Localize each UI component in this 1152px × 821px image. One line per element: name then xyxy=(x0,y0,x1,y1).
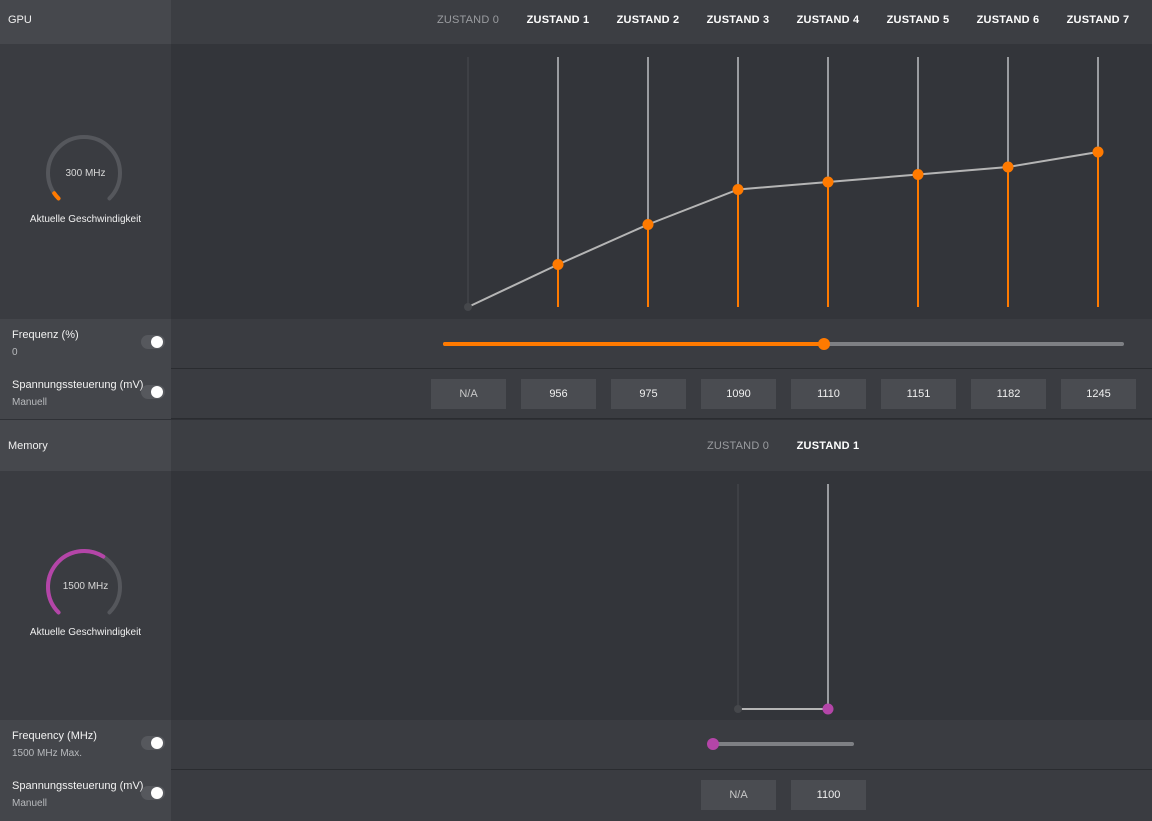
memory-frequency-label: Frequency (MHz) xyxy=(12,730,97,742)
gpu-state-6-label[interactable]: ZUSTAND 6 xyxy=(977,14,1040,26)
gpu-voltage-frequency-curve[interactable] xyxy=(171,44,1152,319)
gpu-voltage-label-panel: Spannungssteuerung (mV) Manuell xyxy=(0,369,171,419)
gpu-voltage-state-1-input[interactable]: 956 xyxy=(521,379,596,409)
gpu-state-5-point[interactable] xyxy=(912,169,924,180)
gpu-state-3-point[interactable] xyxy=(732,184,744,195)
gpu-voltage-state-6-input[interactable]: 1182 xyxy=(971,379,1046,409)
memory-curve-area xyxy=(171,471,1152,720)
gpu-state-0-label[interactable]: ZUSTAND 0 xyxy=(437,14,499,26)
gpu-state-2-label[interactable]: ZUSTAND 2 xyxy=(617,14,680,26)
gpu-frequency-label-panel: Frequenz (%) 0 xyxy=(0,319,171,369)
memory-state-1-point[interactable] xyxy=(822,703,834,715)
gpu-gauge-value: 300 MHz xyxy=(65,168,106,179)
memory-voltage-toggle[interactable] xyxy=(141,786,165,800)
memory-frequency-sub: 1500 MHz Max. xyxy=(12,748,83,759)
gpu-state-7-label[interactable]: ZUSTAND 7 xyxy=(1067,14,1130,26)
toggle-knob xyxy=(151,787,163,799)
memory-state-0-point xyxy=(734,705,742,713)
gpu-voltage-row: Spannungssteuerung (mV) Manuell N/A 956 97… xyxy=(0,369,1152,419)
gpu-frequency-toggle[interactable] xyxy=(141,335,165,349)
gpu-section-title: GPU xyxy=(8,14,32,26)
toggle-knob xyxy=(151,336,163,348)
memory-section-title: Memory xyxy=(8,440,48,452)
gpu-header: GPU ZUSTAND 0 ZUSTAND 1 ZUSTAND 2 ZUSTAND 3… xyxy=(0,0,1152,44)
gpu-frequency-row: Frequenz (%) 0 xyxy=(0,319,1152,369)
memory-frequency-label-panel: Frequency (MHz) 1500 MHz Max. xyxy=(0,720,171,770)
memory-header-left: Memory xyxy=(0,420,171,471)
gpu-state-7-point[interactable] xyxy=(1092,146,1104,158)
gpu-state-1-point[interactable] xyxy=(552,259,564,270)
memory-voltage-sub: Manuell xyxy=(12,798,48,809)
gpu-curve-line xyxy=(467,151,1099,308)
memory-graph-row: 1500 MHz Aktuelle Geschwindigkeit xyxy=(0,471,1152,720)
toggle-knob xyxy=(151,737,163,749)
toggle-knob xyxy=(151,386,163,398)
gpu-frequency-label: Frequenz (%) xyxy=(12,329,79,341)
memory-frequency-toggle[interactable] xyxy=(141,736,165,750)
gpu-state-3-label[interactable]: ZUSTAND 3 xyxy=(707,14,770,26)
gpu-state-4-label[interactable]: ZUSTAND 4 xyxy=(797,14,860,26)
gpu-voltage-toggle[interactable] xyxy=(141,385,165,399)
memory-voltage-state-0-input: N/A xyxy=(701,780,776,810)
memory-state-1-label[interactable]: ZUSTAND 1 xyxy=(797,440,860,452)
gpu-voltage-state-4-input[interactable]: 1110 xyxy=(791,379,866,409)
memory-frequency-slider-track[interactable] xyxy=(713,742,854,746)
memory-voltage-label: Spannungssteuerung (mV) xyxy=(12,780,144,792)
gpu-gauge-caption: Aktuelle Geschwindigkeit xyxy=(29,214,142,225)
memory-gauge-value: 1500 MHz xyxy=(62,581,109,592)
memory-header: Memory ZUSTAND 0 ZUSTAND 1 xyxy=(0,420,1152,471)
gpu-state-2-point[interactable] xyxy=(642,219,654,230)
gpu-voltage-label: Spannungssteuerung (mV) xyxy=(12,379,144,391)
memory-voltage-state-1-input[interactable]: 1100 xyxy=(791,780,866,810)
gpu-graph-row: 300 MHz Aktuelle Geschwindigkeit xyxy=(0,44,1152,319)
memory-gauge-caption: Aktuelle Geschwindigkeit xyxy=(29,627,142,638)
memory-frequency-slider-handle[interactable] xyxy=(707,738,719,750)
gpu-frequency-slider-fill xyxy=(443,342,825,346)
gpu-gauge-panel: 300 MHz Aktuelle Geschwindigkeit xyxy=(0,44,171,319)
memory-frequency-row: Frequency (MHz) 1500 MHz Max. xyxy=(0,720,1152,770)
gpu-frequency-sub: 0 xyxy=(12,347,18,358)
gpu-state-6-point[interactable] xyxy=(1002,161,1014,173)
wattman-panel: GPU ZUSTAND 0 ZUSTAND 1 ZUSTAND 2 ZUSTAND 3… xyxy=(0,0,1152,821)
gpu-voltage-state-7-input[interactable]: 1245 xyxy=(1061,379,1136,409)
gpu-voltage-state-2-input[interactable]: 975 xyxy=(611,379,686,409)
gpu-voltage-sub: Manuell xyxy=(12,397,48,408)
gpu-voltage-state-0-input: N/A xyxy=(431,379,506,409)
gpu-frequency-slider-handle[interactable] xyxy=(818,338,831,350)
memory-voltage-label-panel: Spannungssteuerung (mV) Manuell xyxy=(0,770,171,821)
memory-frequency-curve[interactable] xyxy=(171,471,1152,720)
gpu-voltage-state-5-input[interactable]: 1151 xyxy=(881,379,956,409)
gpu-state-0-point xyxy=(464,303,472,311)
gpu-state-4-point[interactable] xyxy=(822,176,834,188)
gpu-voltage-state-3-input[interactable]: 1090 xyxy=(701,379,776,409)
gpu-header-left: GPU xyxy=(0,0,171,44)
memory-gauge-panel: 1500 MHz Aktuelle Geschwindigkeit xyxy=(0,471,171,720)
memory-state-0-label[interactable]: ZUSTAND 0 xyxy=(707,440,769,452)
gpu-state-5-label[interactable]: ZUSTAND 5 xyxy=(887,14,950,26)
gpu-state-1-label[interactable]: ZUSTAND 1 xyxy=(527,14,590,26)
memory-voltage-row: Spannungssteuerung (mV) Manuell N/A 1100 xyxy=(0,770,1152,821)
gpu-curve-area xyxy=(171,44,1152,319)
